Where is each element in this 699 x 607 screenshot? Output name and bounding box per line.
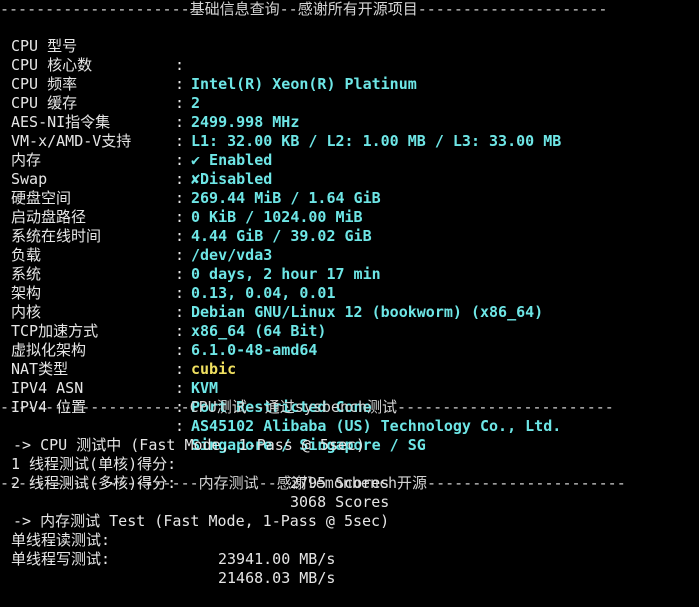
info-row-location: IPV4 位置 : Singapore / Singapore / SG [0,379,699,454]
info-row-load: 负载 : 0.13, 0.04, 0.01 [0,227,699,302]
info-row-swap: Swap : 0 KiB / 1024.00 MiB [0,151,699,226]
info-row-cpu-cores: CPU 核心数 : 2 [0,37,699,112]
info-row-cpu-model: CPU 型号 : Intel(R) Xeon(R) Platinum [0,18,699,93]
cpu-test-multi: 2 线程测试(多核)得分: 3068 Scores [0,455,699,511]
mem-test-read: 单线程读测试: 23941.00 MB/s [0,512,699,568]
info-row-nat: NAT类型 : Port Restricted Cone [0,341,699,416]
info-row-aes-ni: AES-NI指令集 : ✔ Enabled [0,94,699,169]
terminal-window[interactable]: ---------------------基础信息查询--感谢所有开源项目---… [0,0,699,587]
info-row-kernel: 内核 : 6.1.0-48-amd64 [0,284,699,359]
info-row-virt: 虚拟化架构 : KVM [0,322,699,397]
info-row-tcp: TCP加速方式 : cubic [0,303,699,378]
mem-test-write: 单线程写测试: 21468.03 MB/s [0,531,699,587]
cpu-test-mode: -> CPU 测试中 (Fast Mode, 1-Pass @ 5sec) [0,417,699,454]
mem-test-mode: -> 内存测试 Test (Fast Mode, 1-Pass @ 5sec) [0,493,699,530]
info-row-asn: IPV4 ASN : AS45102 Alibaba (US) Technolo… [0,360,699,435]
basic-info-header: ---------------------基础信息查询--感谢所有开源项目---… [0,0,608,18]
cpu-test-single: 1 线程测试(单核)得分: 2795 Scores [0,436,699,492]
info-row-vmx: VM-x/AMD-V支持 : ✘Disabled [0,113,699,188]
info-row-boot-disk: 启动盘路径 : /dev/vda3 [0,189,699,264]
info-row-uptime: 系统在线时间 : 0 days, 2 hour 17 min [0,208,699,283]
info-row-disk: 硬盘空间 : 4.44 GiB / 39.02 GiB [0,170,699,245]
info-row-os: 系统 : Debian GNU/Linux 12 (bookworm) (x86… [0,246,699,321]
mem-write-value: 21468.03 MB/s [218,569,336,587]
info-row-cpu-freq: CPU 频率 : 2499.998 MHz [0,56,699,131]
cpu-test-header: ---------------------CPU测试--通过sysbench测试… [0,398,614,416]
info-row-cpu-cache: CPU 缓存 : L1: 32.00 KB / L2: 1.00 MB / L3… [0,75,699,150]
info-row-arch: 架构 : x86_64 (64 Bit) [0,265,699,340]
info-row-memory: 内存 : 269.44 MiB / 1.64 GiB [0,132,699,207]
mem-test-header: ----------------------内存测试--感谢lemonbench… [0,474,626,492]
